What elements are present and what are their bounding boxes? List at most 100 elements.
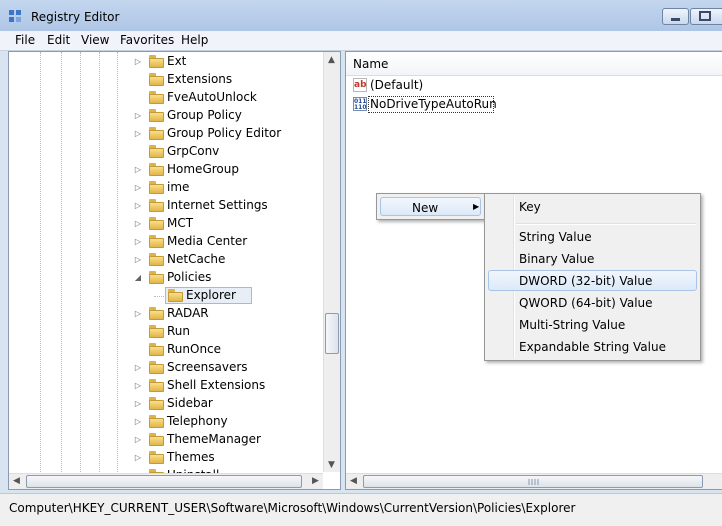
tree-item-label: Media Center [167,234,248,248]
tree-item[interactable]: Explorer [9,287,324,305]
tree-item[interactable]: RunOnce [9,341,324,359]
status-bar: Computer\HKEY_CURRENT_USER\Software\Micr… [0,493,722,526]
scroll-thumb[interactable] [26,475,302,488]
submenu-item-key[interactable]: Key [488,197,697,218]
tree-item[interactable]: ▷ ime [9,179,324,197]
tree-item[interactable]: ▷ NetCache [9,251,324,269]
tree-item[interactable]: ▷ Shell Extensions [9,377,324,395]
folder-icon [149,397,165,410]
tree-item-label: Shell Extensions [167,378,266,392]
folder-icon [149,235,165,248]
scroll-down-icon[interactable]: ▼ [328,460,335,470]
tree-item-label: Policies [167,270,212,284]
submenu-item-label: Expandable String Value [519,340,666,354]
tree-item[interactable]: ▷ Ext [9,53,324,71]
tree-item-label: Telephony [167,414,228,428]
folder-icon [149,433,165,446]
folder-icon [149,451,165,464]
submenu-item-binary-value[interactable]: Binary Value [488,249,697,270]
list-horizontal-scrollbar[interactable]: ◀ [346,473,722,489]
window-title: Registry Editor [31,10,120,24]
menu-favorites[interactable]: Favorites [120,33,174,47]
tree-item[interactable]: ▷ Themes [9,449,324,467]
tree-item[interactable]: GrpConv [9,143,324,161]
context-menu-new[interactable]: New ▶ [380,197,481,216]
value-row[interactable]: 011 110 NoDriveTypeAutoRun [350,96,650,114]
collapse-icon[interactable]: ◢ [133,272,143,284]
tree-item[interactable]: ▷ RADAR [9,305,324,323]
expand-icon[interactable]: ▷ [133,416,143,428]
tree-vertical-scrollbar[interactable]: ▲ ▼ [323,52,340,472]
submenu-item-dword-value[interactable]: DWORD (32-bit) Value [488,270,697,291]
folder-icon [149,181,165,194]
submenu-item-label: String Value [519,230,592,244]
submenu-item-string-value[interactable]: String Value [488,227,697,248]
scroll-up-icon[interactable]: ▲ [328,55,335,65]
key-tree-pane[interactable]: ▷ Ext Extensions FveAutoUnlock ▷ Group Policy… [8,51,341,490]
folder-icon [149,199,165,212]
tree-item[interactable]: FveAutoUnlock [9,89,324,107]
tree-item[interactable]: Extensions [9,71,324,89]
tree-item[interactable]: ▷ ThemeManager [9,431,324,449]
menu-file[interactable]: File [15,33,35,47]
tree-item-label: FveAutoUnlock [167,90,257,104]
submenu-item-multi-string-value[interactable]: Multi-String Value [488,315,697,336]
tree-item[interactable]: ▷ Screensavers [9,359,324,377]
scroll-thumb[interactable] [363,475,703,488]
expand-icon[interactable]: ▷ [133,380,143,392]
tree-item-label: RADAR [167,306,209,320]
folder-icon [149,361,165,374]
tree-item[interactable]: ▷ Internet Settings [9,197,324,215]
expand-icon[interactable]: ▷ [133,56,143,68]
column-header-name[interactable]: Name [346,52,722,76]
tree-item[interactable]: ◢ Policies [9,269,324,287]
menu-view[interactable]: View [81,33,109,47]
expand-icon[interactable]: ▷ [133,452,143,464]
expand-icon[interactable]: ▷ [133,362,143,374]
folder-icon [149,415,165,428]
folder-icon [149,253,165,266]
expand-icon[interactable]: ▷ [133,164,143,176]
maximize-button[interactable] [690,8,722,25]
expand-icon[interactable]: ▷ [133,236,143,248]
string-value-icon: ab [353,78,367,92]
expand-icon[interactable]: ▷ [133,254,143,266]
expand-icon[interactable]: ▷ [133,218,143,230]
binary-value-icon: 011 110 [353,97,367,111]
expand-icon[interactable]: ▷ [133,200,143,212]
tree-item[interactable]: ▷ Group Policy Editor [9,125,324,143]
scroll-left-icon[interactable]: ◀ [13,476,20,486]
expand-icon[interactable]: ▷ [133,182,143,194]
submenu-item-label: Key [519,200,541,214]
expand-icon[interactable]: ▷ [133,110,143,122]
tree-item[interactable]: ▷ Media Center [9,233,324,251]
tree-item-label: ime [167,180,190,194]
minimize-button[interactable] [662,8,689,25]
tree-item-label: HomeGroup [167,162,239,176]
tree-item[interactable]: Run [9,323,324,341]
folder-icon [149,73,165,86]
value-name: (Default) [370,78,424,92]
tree-item[interactable]: ▷ Telephony [9,413,324,431]
scroll-right-icon[interactable]: ▶ [312,476,319,486]
expand-icon[interactable]: ▷ [133,308,143,320]
expand-icon[interactable]: ▷ [133,434,143,446]
submenu-item-expandable-string-value[interactable]: Expandable String Value [488,337,697,358]
tree-item[interactable]: ▷ MCT [9,215,324,233]
submenu-item-qword-value[interactable]: QWORD (64-bit) Value [488,293,697,314]
folder-icon [149,127,165,140]
value-row[interactable]: ab (Default) [350,77,650,95]
scroll-thumb[interactable] [325,313,339,354]
tree-item[interactable]: ▷ Group Policy [9,107,324,125]
tree-item-label: MCT [167,216,194,230]
expand-icon[interactable]: ▷ [133,128,143,140]
menu-help[interactable]: Help [181,33,208,47]
tree-item-label: Explorer [186,288,236,302]
menu-edit[interactable]: Edit [47,33,70,47]
scroll-left-icon[interactable]: ◀ [350,476,357,486]
tree-item[interactable]: ▷ HomeGroup [9,161,324,179]
tree-horizontal-scrollbar[interactable]: ◀ ▶ [9,473,323,489]
tree-item-label: Screensavers [167,360,248,374]
expand-icon[interactable]: ▷ [133,398,143,410]
tree-item[interactable]: ▷ Sidebar [9,395,324,413]
